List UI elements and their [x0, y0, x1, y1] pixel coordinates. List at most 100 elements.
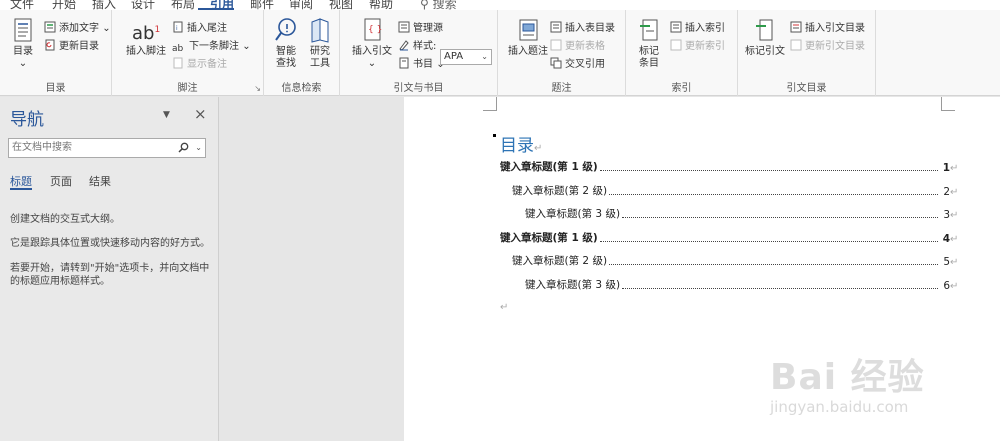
researcher-button[interactable]: 研究 工具	[306, 16, 334, 70]
group-research: 智能 查找 研究 工具 信息检索	[264, 10, 340, 96]
insert-index-button[interactable]: 插入索引	[670, 21, 725, 37]
close-icon[interactable]: ×	[194, 105, 207, 123]
update-index-button[interactable]: 更新索引	[670, 39, 725, 55]
toc-entry-text: 键入章标题(第 3 级)	[525, 278, 621, 291]
tab-view[interactable]: 视图	[329, 0, 353, 10]
insert-index-icon	[670, 21, 682, 33]
citation-style-value: APA	[444, 51, 464, 62]
group-footnotes: ab1 插入脚注 i 插入尾注 ab 下一条脚注 ⌄ 显示备注 ↘ 脚注	[112, 10, 264, 96]
nav-message-3: 若要开始，请转到"开始"选项卡，并向文档中的标题应用标题样式。	[10, 263, 210, 287]
paragraph-marker	[493, 134, 496, 137]
insert-caption-label: 插入题注	[508, 46, 548, 57]
toc-page-number: 1	[942, 162, 950, 174]
toc-entry[interactable]: 键入章标题(第 1 级) 4 ↵	[500, 231, 960, 245]
bibliography-label: 书目	[413, 59, 433, 70]
tab-help[interactable]: 帮助	[369, 0, 393, 10]
nav-message-2: 它是跟踪具体位置或快速移动内容的好方式。	[10, 238, 210, 249]
group-captions: 插入题注 插入表目录 更新表格 交叉引用 题注	[498, 10, 626, 96]
group-label-index: 索引	[671, 83, 692, 94]
chevron-down-icon: ⌄	[18, 58, 28, 69]
insert-toa-icon	[790, 21, 802, 33]
paragraph-mark: ↵	[950, 257, 959, 268]
mark-citation-icon	[756, 19, 773, 41]
update-index-label: 更新索引	[685, 41, 725, 52]
group-label-citations: 引文与书目	[393, 83, 444, 94]
bibliography-button[interactable]: 书目 ⌄	[398, 57, 445, 73]
show-notes-button[interactable]: 显示备注	[172, 57, 227, 73]
update-toc-button[interactable]: 更新目录	[44, 39, 99, 55]
mark-entry-button[interactable]: 标记 条目	[634, 16, 664, 70]
cross-reference-button[interactable]: 交叉引用	[550, 57, 605, 73]
tab-design[interactable]: 设计	[131, 0, 155, 10]
mark-citation-label: 标记引文	[745, 46, 785, 57]
menu-bar: 文件 开始 插入 设计 布局 引用 邮件 审阅 视图 帮助 ⚲ 搜索	[0, 0, 1000, 10]
add-text-button[interactable]: 添加文字 ⌄	[44, 21, 111, 37]
toc-entry[interactable]: 键入章标题(第 3 级) 3 ↵	[525, 207, 960, 221]
tab-insert[interactable]: 插入	[92, 0, 116, 10]
tab-mailings[interactable]: 邮件	[250, 0, 274, 10]
style-pen-icon	[399, 40, 409, 51]
nav-search-input[interactable]: 在文档中搜索 ⌄	[8, 138, 206, 158]
toc-entry[interactable]: 键入章标题(第 2 级) 2 ↵	[512, 184, 960, 198]
toc-entry-text: 键入章标题(第 1 级)	[500, 231, 598, 244]
toc-heading[interactable]: 目录↵	[500, 131, 542, 156]
tell-me-search[interactable]: ⚲ 搜索	[420, 0, 457, 10]
toc-button[interactable]: 目录 ⌄	[6, 16, 40, 70]
nav-tab-headings[interactable]: 标题	[10, 173, 32, 189]
nav-tab-results[interactable]: 结果	[89, 173, 111, 189]
toc-entry[interactable]: 键入章标题(第 1 级) 1 ↵	[500, 160, 960, 174]
bibliography-icon	[399, 57, 409, 69]
insert-citation-label: 插入引文	[352, 46, 392, 57]
paragraph-mark: ↵	[950, 210, 959, 221]
insert-table-of-figures-button[interactable]: 插入表目录	[550, 21, 615, 37]
insert-caption-icon	[519, 19, 538, 41]
toc-leader-dots	[609, 193, 938, 195]
chevron-down-icon: ⌄	[242, 41, 251, 52]
mark-citation-button[interactable]: 标记引文	[744, 16, 786, 58]
toc-icon	[14, 18, 32, 42]
chevron-down-icon[interactable]: ⌄	[195, 139, 202, 157]
svg-text:{ }: { }	[368, 25, 382, 35]
insert-footnote-button[interactable]: ab1 插入脚注	[126, 16, 166, 58]
show-notes-label: 显示备注	[187, 59, 227, 70]
tab-review[interactable]: 审阅	[289, 0, 313, 10]
insert-footnote-label: 插入脚注	[126, 46, 166, 57]
next-footnote-button[interactable]: ab 下一条脚注 ⌄	[172, 39, 251, 55]
manage-sources-button[interactable]: 管理源	[398, 21, 443, 37]
nav-tab-pages[interactable]: 页面	[50, 173, 72, 189]
insert-endnote-label: 插入尾注	[187, 23, 227, 34]
update-table-button[interactable]: 更新表格	[550, 39, 605, 55]
tab-file[interactable]: 文件	[10, 0, 34, 10]
baidu-watermark: Bai 经验 jingyan.baidu.com	[760, 340, 1000, 440]
tab-home[interactable]: 开始	[52, 0, 76, 10]
insert-toa-button[interactable]: 插入引文目录	[790, 21, 865, 37]
document-background	[220, 97, 404, 441]
toc-entry[interactable]: 键入章标题(第 2 级) 5 ↵	[512, 254, 960, 268]
insert-caption-button[interactable]: 插入题注	[506, 16, 550, 58]
citation-style-select[interactable]: APA ⌄	[440, 49, 492, 65]
smart-lookup-button[interactable]: 智能 查找	[272, 16, 300, 70]
update-toa-button[interactable]: 更新引文目录	[790, 39, 865, 55]
toc-leader-dots	[609, 264, 938, 265]
paragraph-mark: ↵	[950, 186, 959, 198]
group-label-research: 信息检索	[281, 83, 322, 94]
footnote-icon: ab1	[132, 16, 160, 44]
researcher-label-2: 工具	[310, 58, 330, 69]
search-icon[interactable]	[178, 142, 189, 153]
nav-options-dropdown-icon[interactable]: ▼	[163, 110, 170, 120]
insert-citation-button[interactable]: { } 插入引文 ⌄	[350, 16, 394, 70]
manage-sources-icon	[398, 21, 410, 33]
tab-layout[interactable]: 布局	[171, 0, 195, 10]
paragraph-mark: ↵	[950, 280, 959, 292]
mark-entry-label-1: 标记	[639, 46, 659, 57]
smart-lookup-label-2: 查找	[276, 58, 296, 69]
insert-endnote-button[interactable]: i 插入尾注	[172, 21, 227, 37]
update-table-icon	[550, 39, 562, 51]
margin-corner-mark	[483, 97, 497, 111]
toc-button-label: 目录	[13, 46, 33, 57]
toc-entry[interactable]: 键入章标题(第 3 级) 6 ↵	[525, 278, 960, 292]
update-index-icon	[670, 39, 682, 51]
chevron-down-icon: ⌄	[102, 23, 111, 34]
update-toa-label: 更新引文目录	[805, 41, 865, 52]
insert-toa-label: 插入引文目录	[805, 23, 865, 34]
